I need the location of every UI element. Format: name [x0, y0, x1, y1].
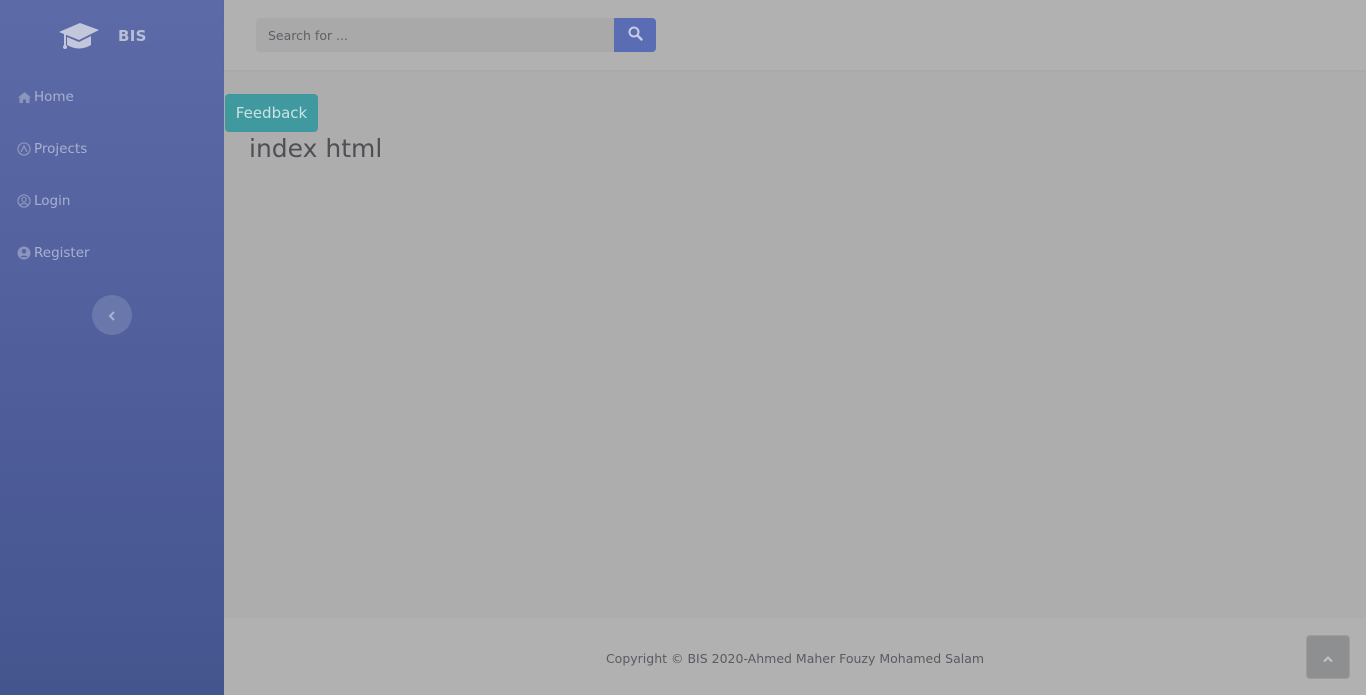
page-title: index html [249, 134, 383, 163]
footer-copyright: Copyright © BIS 2020-Ahmed Maher Fouzy M… [605, 651, 985, 666]
sidebar-item-label: Login [34, 193, 71, 209]
user-circle-icon [16, 193, 32, 209]
sidebar-item-label: Register [34, 245, 90, 261]
search-button[interactable] [614, 18, 656, 52]
sidebar-item-register[interactable]: Register [0, 233, 224, 273]
projects-icon [16, 141, 32, 157]
app-root: BIS Home Projects Login Register Search … [0, 0, 1366, 695]
sidebar-item-projects[interactable]: Projects [0, 129, 224, 169]
footer: Copyright © BIS 2020-Ahmed Maher Fouzy M… [224, 618, 1366, 695]
sidebar-item-login[interactable]: Login [0, 181, 224, 221]
search-form [256, 18, 656, 52]
sidebar: BIS Home Projects Login Register [0, 0, 224, 695]
chevron-up-icon [1322, 648, 1334, 667]
user-icon [16, 245, 32, 261]
topbar [224, 0, 1366, 70]
scroll-to-top-button[interactable] [1306, 635, 1350, 679]
feedback-button[interactable]: Feedback [225, 94, 318, 132]
graduation-cap-icon [58, 20, 100, 52]
brand-link[interactable]: BIS [0, 0, 224, 72]
brand-name: BIS [118, 27, 147, 45]
sidebar-item-home[interactable]: Home [0, 77, 224, 117]
search-input[interactable] [256, 18, 614, 52]
chevron-left-icon [108, 306, 116, 325]
sidebar-toggle-button[interactable] [92, 295, 132, 335]
search-icon [628, 26, 643, 45]
home-icon [16, 89, 32, 105]
sidebar-item-label: Home [34, 89, 74, 105]
sidebar-item-label: Projects [34, 141, 88, 157]
